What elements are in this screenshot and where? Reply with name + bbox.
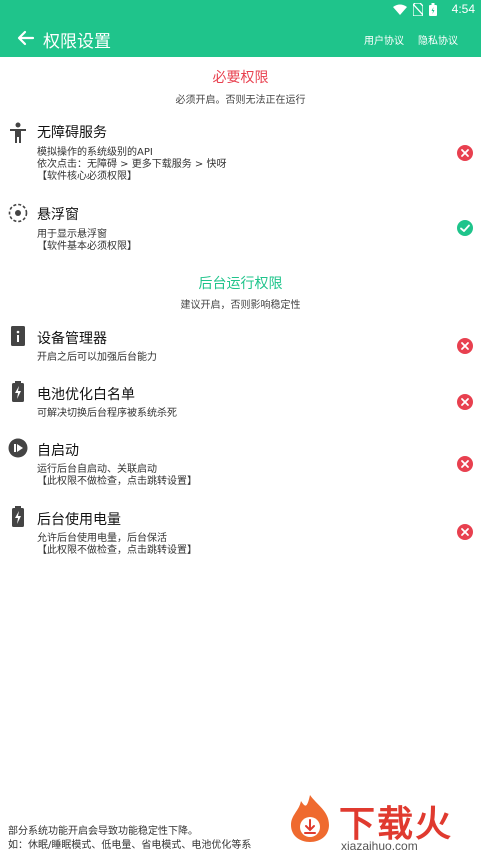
permission-desc: 用于显示悬浮窗 【软件基本必须权限】	[37, 229, 137, 252]
battery-charging-icon	[12, 506, 24, 527]
error-status-icon	[457, 394, 473, 410]
watermark: 下载火 xiazaihuo.com	[285, 793, 481, 856]
status-icons	[393, 3, 437, 16]
status-time: 4:54	[451, 2, 475, 16]
app-bar: 权限设置 用户协议 隐私协议	[0, 20, 481, 57]
page-title: 权限设置	[43, 32, 111, 52]
accessibility-icon	[10, 122, 26, 143]
error-status-icon	[457, 145, 473, 161]
error-status-icon	[457, 456, 473, 472]
error-status-icon	[457, 338, 473, 354]
watermark-domain: xiazaihuo.com	[341, 839, 418, 853]
permission-name: 电池优化白名单	[37, 387, 135, 403]
permission-name: 自启动	[37, 443, 79, 459]
permission-name: 无障碍服务	[37, 125, 107, 141]
permission-item-accessibility[interactable]: 无障碍服务 模拟操作的系统级别的API 依次点击：无障碍 > 更多下载服务 > …	[0, 118, 481, 188]
battery-icon	[429, 3, 437, 16]
permission-desc: 运行后台自启动、关联启动 【此权限不做检查，点击跳转设置】	[37, 464, 197, 487]
footer-note: 部分系统功能开启会导致功能稳定性下降。 如：休眠/睡眠模式、低电量、省电模式、电…	[8, 826, 252, 851]
floating-window-icon	[8, 203, 28, 223]
permission-desc: 模拟操作的系统级别的API 依次点击：无障碍 > 更多下载服务 > 快呀 【软件…	[37, 147, 227, 182]
check-status-icon	[457, 220, 473, 236]
back-arrow-icon[interactable]	[16, 28, 36, 48]
flame-logo-icon	[291, 795, 329, 842]
autostart-icon	[8, 438, 28, 458]
wifi-icon	[393, 4, 407, 15]
permission-desc: 可解决切换后台程序被系统杀死	[37, 408, 177, 419]
permission-name: 设备管理器	[37, 331, 107, 347]
background-section-title: 后台运行权限	[198, 276, 283, 292]
battery-charging-icon	[12, 381, 24, 402]
required-section-subtitle: 必须开启。否则无法正在运行	[175, 95, 306, 106]
privacy-agreement-link[interactable]: 隐私协议	[418, 32, 458, 47]
no-sim-icon	[413, 3, 423, 16]
permission-name: 悬浮窗	[37, 207, 79, 223]
permission-item-background-power[interactable]: 后台使用电量 允许后台使用电量，后台保活 【此权限不做检查，点击跳转设置】	[0, 505, 481, 565]
device-admin-icon	[11, 326, 25, 346]
required-section-title: 必要权限	[212, 70, 269, 86]
permission-desc: 开启之后可以加强后台能力	[37, 352, 157, 363]
permission-name: 后台使用电量	[37, 512, 121, 528]
permission-item-autostart[interactable]: 自启动 运行后台自启动、关联启动 【此权限不做检查，点击跳转设置】	[0, 436, 481, 496]
error-status-icon	[457, 524, 473, 540]
permission-desc: 允许后台使用电量，后台保活 【此权限不做检查，点击跳转设置】	[37, 533, 197, 556]
permission-item-battery-whitelist[interactable]: 电池优化白名单 可解决切换后台程序被系统杀死	[0, 380, 481, 426]
permission-item-floating-window[interactable]: 悬浮窗 用于显示悬浮窗 【软件基本必须权限】	[0, 200, 481, 260]
background-section-subtitle: 建议开启，否则影响稳定性	[180, 300, 301, 311]
user-agreement-link[interactable]: 用户协议	[364, 32, 404, 47]
permission-item-device-admin[interactable]: 设备管理器 开启之后可以加强后台能力	[0, 324, 481, 370]
status-bar: 4:54	[0, 0, 481, 20]
